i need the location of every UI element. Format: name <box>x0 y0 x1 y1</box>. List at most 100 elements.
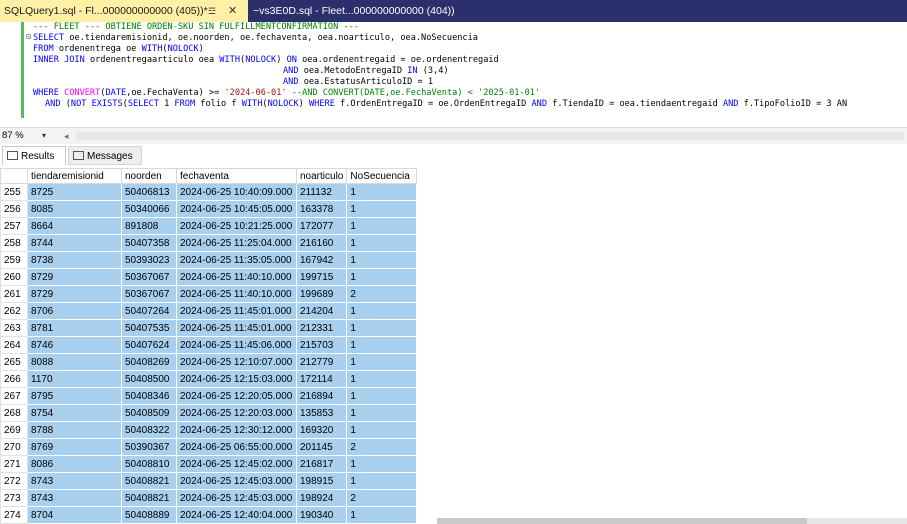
grid-cell[interactable]: 1 <box>346 336 418 354</box>
row-number[interactable]: 274 <box>0 506 28 524</box>
grid-cell[interactable]: 215703 <box>295 336 348 354</box>
grid-cell[interactable]: 50408322 <box>121 421 177 439</box>
row-number[interactable]: 263 <box>0 319 28 337</box>
grid-cell[interactable]: 214204 <box>295 302 348 320</box>
grid-cell[interactable]: 1 <box>346 370 418 388</box>
grid-cell[interactable]: 2024-06-25 11:45:01.000 <box>176 319 297 337</box>
grid-cell[interactable]: 198915 <box>295 472 348 490</box>
grid-cell[interactable]: 2024-06-25 10:40:09.000 <box>176 183 297 201</box>
row-number[interactable]: 267 <box>0 387 28 405</box>
row-number[interactable]: 265 <box>0 353 28 371</box>
grid-cell[interactable]: 2024-06-25 10:45:05.000 <box>176 200 297 218</box>
row-number[interactable]: 271 <box>0 455 28 473</box>
grid-cell[interactable]: 2024-06-25 10:21:25.000 <box>176 217 297 235</box>
table-row[interactable]: 257 8664 891808 2024-06-25 10:21:25.000 1720… <box>0 217 418 235</box>
grid-cell[interactable]: 50407358 <box>121 234 177 252</box>
grid-cell[interactable]: 8085 <box>27 200 122 218</box>
grid-cell[interactable]: 8743 <box>27 489 122 507</box>
grid-cell[interactable]: 8769 <box>27 438 122 456</box>
row-number[interactable]: 270 <box>0 438 28 456</box>
grid-cell[interactable]: 1 <box>346 268 418 286</box>
grid-cell[interactable]: 50407535 <box>121 319 177 337</box>
grid-cell[interactable]: 167942 <box>295 251 348 269</box>
grid-cell[interactable]: 2024-06-25 12:15:03.000 <box>176 370 297 388</box>
grid-cell[interactable]: 2 <box>346 438 418 456</box>
table-row[interactable]: 274 8704 50408889 2024-06-25 12:40:04.000 19… <box>0 506 418 524</box>
grid-cell[interactable]: 2024-06-25 12:20:05.000 <box>176 387 297 405</box>
grid-cell[interactable]: 216817 <box>295 455 348 473</box>
grid-cell[interactable]: 50408821 <box>121 472 177 490</box>
row-number[interactable]: 266 <box>0 370 28 388</box>
grid-cell[interactable]: 8729 <box>27 285 122 303</box>
row-number[interactable]: 257 <box>0 217 28 235</box>
query-editor[interactable]: ⊟ --- FLEET --- OBTIENE ORDEN-SKU SIN FU… <box>0 22 907 118</box>
column-header[interactable]: NoSecuencia <box>346 168 418 184</box>
grid-cell[interactable]: 8664 <box>27 217 122 235</box>
grid-cell[interactable]: 50407624 <box>121 336 177 354</box>
grid-cell[interactable]: 8706 <box>27 302 122 320</box>
collapse-icon[interactable]: ⊟ <box>26 31 31 42</box>
grid-cell[interactable]: 50408889 <box>121 506 177 524</box>
grid-cell[interactable]: 1 <box>346 302 418 320</box>
table-row[interactable]: 261 8729 50367067 2024-06-25 11:40:10.000 19… <box>0 285 418 303</box>
grid-cell[interactable]: 163378 <box>295 200 348 218</box>
table-row[interactable]: 273 8743 50408821 2024-06-25 12:45:03.000 19… <box>0 489 418 507</box>
pin-icon[interactable]: ☲ <box>208 0 216 22</box>
results-horizontal-scrollbar[interactable] <box>437 518 807 524</box>
results-scrollbar-track[interactable] <box>807 518 907 524</box>
grid-cell[interactable]: 50393023 <box>121 251 177 269</box>
grid-cell[interactable]: 8725 <box>27 183 122 201</box>
row-number[interactable]: 262 <box>0 302 28 320</box>
table-row[interactable]: 263 8781 50407535 2024-06-25 11:45:01.000 21… <box>0 319 418 337</box>
grid-cell[interactable]: 1 <box>346 251 418 269</box>
column-header[interactable]: fechaventa <box>176 168 297 184</box>
grid-cell[interactable]: 190340 <box>295 506 348 524</box>
grid-cell[interactable]: 172077 <box>295 217 348 235</box>
grid-cell[interactable]: 8788 <box>27 421 122 439</box>
grid-cell[interactable]: 8781 <box>27 319 122 337</box>
grid-cell[interactable]: 2024-06-25 12:45:02.000 <box>176 455 297 473</box>
grid-cell[interactable]: 1 <box>346 353 418 371</box>
scroll-left-icon[interactable]: ◂ <box>64 129 69 143</box>
table-row[interactable]: 255 8725 50406813 2024-06-25 10:40:09.000 21… <box>0 183 418 201</box>
row-number[interactable]: 260 <box>0 268 28 286</box>
grid-cell[interactable]: 50390367 <box>121 438 177 456</box>
row-number[interactable]: 273 <box>0 489 28 507</box>
grid-cell[interactable]: 1 <box>346 183 418 201</box>
grid-cell[interactable]: 8088 <box>27 353 122 371</box>
row-number[interactable]: 255 <box>0 183 28 201</box>
grid-cell[interactable]: 50408509 <box>121 404 177 422</box>
column-header[interactable]: tiendaremisionid <box>27 168 122 184</box>
table-row[interactable]: 268 8754 50408509 2024-06-25 12:20:03.000 13… <box>0 404 418 422</box>
grid-cell[interactable]: 201145 <box>295 438 348 456</box>
grid-cell[interactable]: 2024-06-25 12:40:04.000 <box>176 506 297 524</box>
grid-cell[interactable]: 1 <box>346 217 418 235</box>
grid-cell[interactable]: 8744 <box>27 234 122 252</box>
table-row[interactable]: 269 8788 50408322 2024-06-25 12:30:12.000 16… <box>0 421 418 439</box>
grid-cell[interactable]: 1 <box>346 234 418 252</box>
grid-cell[interactable]: 50367067 <box>121 285 177 303</box>
editor-horizontal-scrollbar[interactable] <box>76 132 904 140</box>
grid-cell[interactable]: 8795 <box>27 387 122 405</box>
table-row[interactable]: 267 8795 50408346 2024-06-25 12:20:05.000 21… <box>0 387 418 405</box>
row-number[interactable]: 259 <box>0 251 28 269</box>
grid-cell[interactable]: 135853 <box>295 404 348 422</box>
grid-cell[interactable]: 50408269 <box>121 353 177 371</box>
grid-cell[interactable]: 169320 <box>295 421 348 439</box>
grid-cell[interactable]: 216160 <box>295 234 348 252</box>
grid-cell[interactable]: 2024-06-25 12:20:03.000 <box>176 404 297 422</box>
grid-cell[interactable]: 8738 <box>27 251 122 269</box>
grid-cell[interactable]: 1 <box>346 200 418 218</box>
grid-cell[interactable]: 1 <box>346 421 418 439</box>
grid-cell[interactable]: 2024-06-25 12:45:03.000 <box>176 489 297 507</box>
tab-results[interactable]: Results <box>2 146 66 165</box>
grid-cell[interactable]: 198924 <box>295 489 348 507</box>
tab-messages[interactable]: Messages <box>68 146 142 165</box>
grid-cell[interactable]: 2024-06-25 11:45:01.000 <box>176 302 297 320</box>
grid-cell[interactable]: 2024-06-25 11:45:06.000 <box>176 336 297 354</box>
results-grid[interactable]: tiendaremisionid noorden fechaventa noar… <box>0 168 418 524</box>
grid-cell[interactable]: 50408810 <box>121 455 177 473</box>
grid-cell[interactable]: 2024-06-25 06:55:00.000 <box>176 438 297 456</box>
grid-cell[interactable]: 50406813 <box>121 183 177 201</box>
grid-cell[interactable]: 1 <box>346 319 418 337</box>
